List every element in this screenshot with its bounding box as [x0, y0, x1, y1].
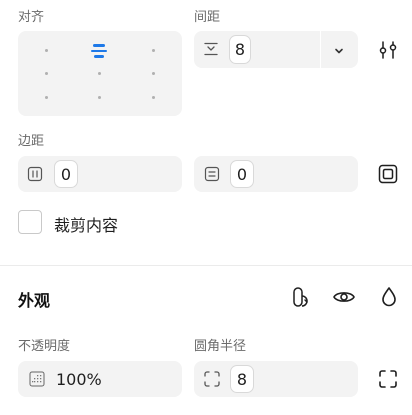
clip-content-checkbox[interactable]	[18, 210, 42, 234]
spacing-divider	[320, 31, 321, 68]
padding-horizontal-input[interactable]: 0	[54, 160, 78, 188]
align-top-left[interactable]	[45, 49, 48, 52]
padding-horizontal-icon	[27, 166, 43, 186]
align-label: 对齐	[18, 10, 45, 25]
align-top-right[interactable]	[152, 49, 155, 52]
corner-radius-field[interactable]: 8	[194, 361, 358, 397]
padding-label: 边距	[18, 134, 45, 149]
spacing-input[interactable]: 8	[229, 35, 251, 64]
opacity-label: 不透明度	[18, 339, 71, 354]
align-bottom-left[interactable]	[45, 96, 48, 99]
droplet-icon[interactable]	[377, 285, 401, 309]
corner-radius-input[interactable]: 8	[230, 365, 254, 393]
independent-corners-icon[interactable]	[377, 368, 399, 390]
spacing-field[interactable]: 8	[194, 31, 358, 68]
align-top-center-selected[interactable]	[91, 43, 107, 59]
eye-icon[interactable]	[332, 285, 356, 309]
padding-horizontal-field[interactable]: 0	[18, 156, 182, 192]
align-middle-center[interactable]	[98, 72, 101, 75]
align-middle-right[interactable]	[152, 72, 155, 75]
opacity-grid-icon	[29, 371, 45, 391]
padding-vertical-icon	[204, 166, 220, 186]
blend-mode-icon[interactable]	[290, 285, 314, 309]
opacity-field[interactable]: 100%	[18, 361, 182, 397]
chevron-down-icon[interactable]	[332, 43, 346, 62]
align-middle-left[interactable]	[45, 72, 48, 75]
corner-radius-icon	[203, 370, 221, 392]
spacing-label: 间距	[194, 10, 221, 25]
corner-radius-label: 圆角半径	[194, 339, 247, 354]
appearance-title: 外观	[18, 291, 51, 310]
vertical-spacing-icon	[203, 41, 219, 61]
individual-padding-icon[interactable]	[377, 163, 399, 185]
align-bottom-right[interactable]	[152, 96, 155, 99]
clip-content-label[interactable]: 裁剪内容	[54, 212, 118, 236]
align-bottom-center[interactable]	[98, 96, 101, 99]
alignment-grid[interactable]	[18, 31, 182, 116]
opacity-input[interactable]: 100%	[56, 370, 102, 389]
padding-vertical-input[interactable]: 0	[230, 160, 254, 188]
sliders-icon[interactable]	[377, 39, 399, 61]
padding-vertical-field[interactable]: 0	[194, 156, 358, 192]
section-divider	[0, 265, 412, 266]
